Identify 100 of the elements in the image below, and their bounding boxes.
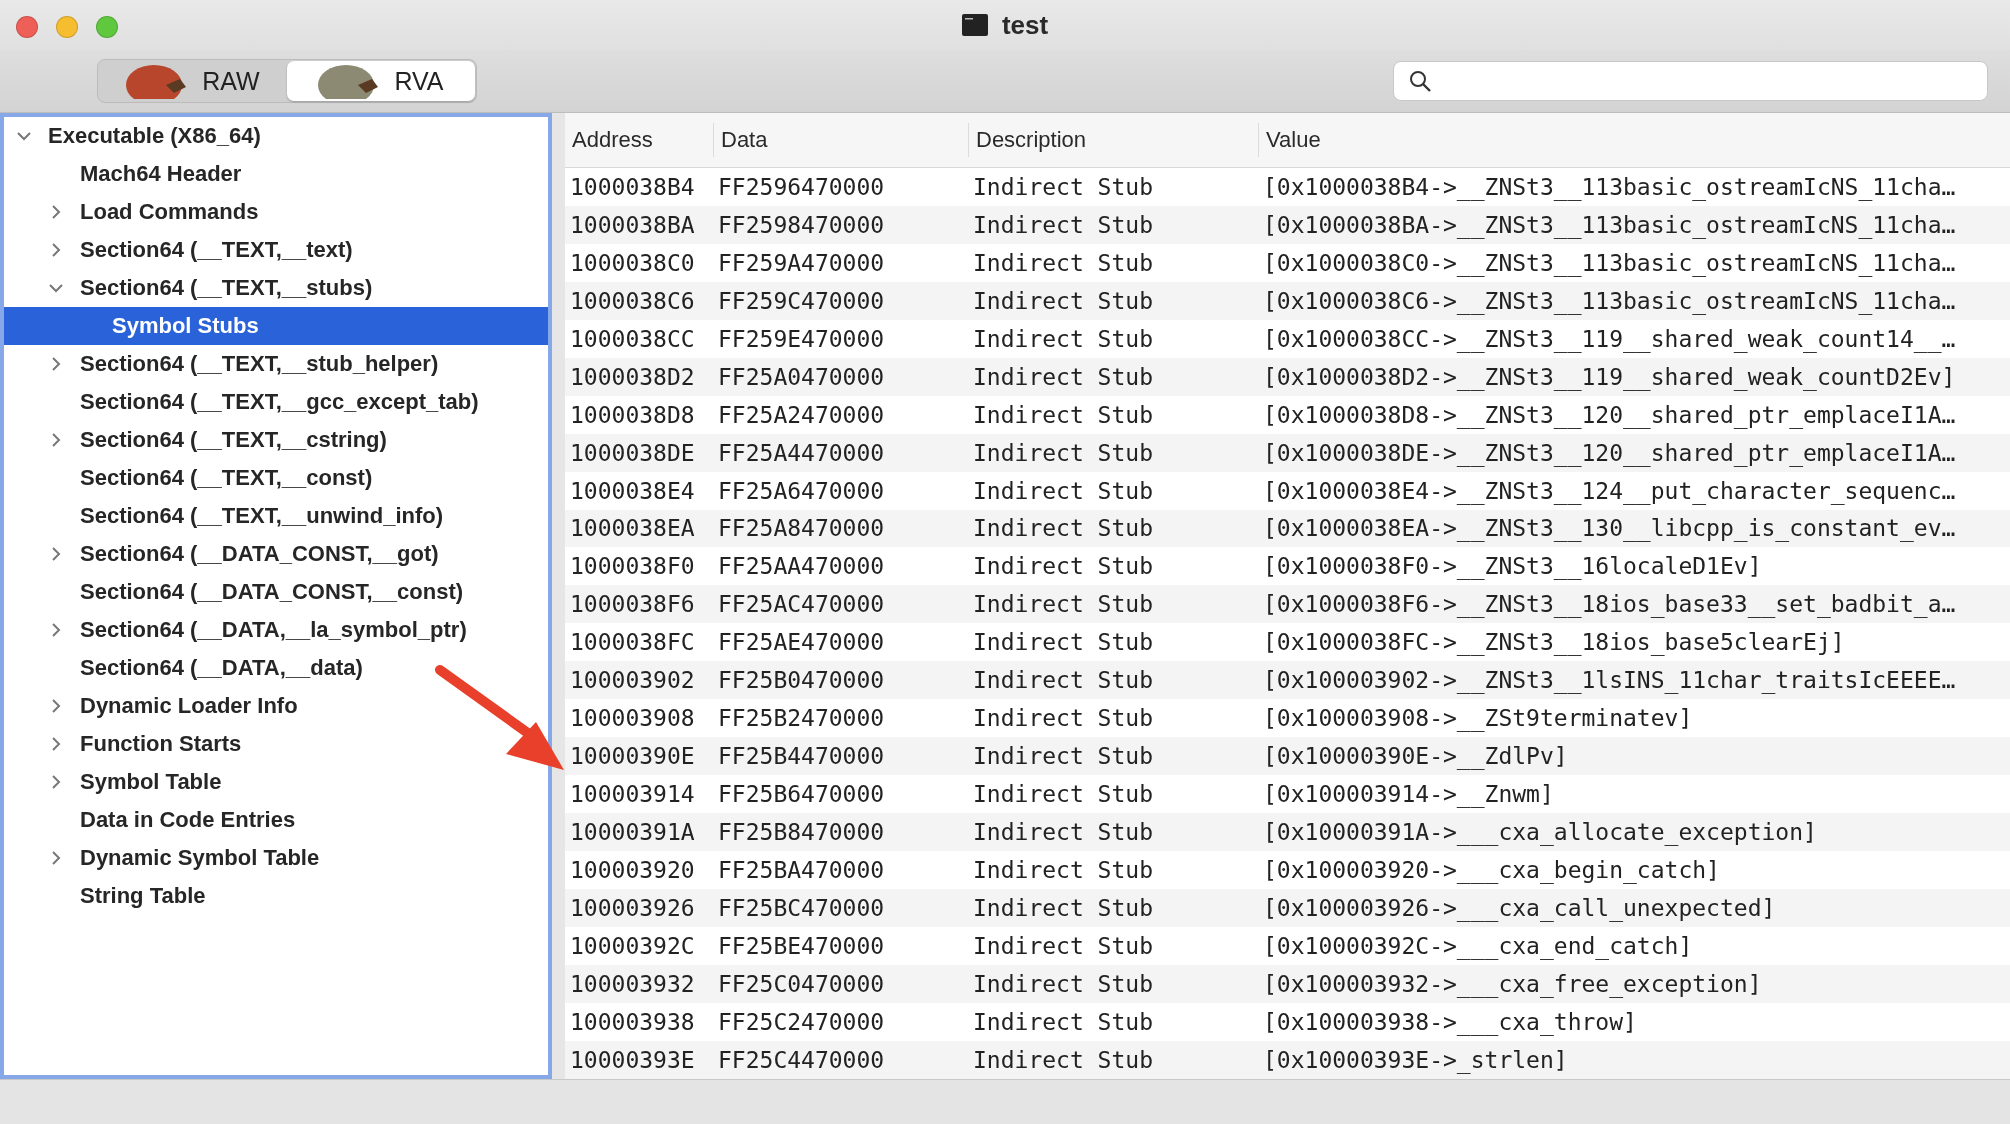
table-cell-text: FF25C0470000 (717, 970, 886, 997)
tree-item[interactable]: Section64 (__DATA_CONST,__const) (4, 573, 472, 611)
column-header[interactable]: Address (565, 122, 713, 157)
table-cell-text: 1000038DE (569, 439, 696, 466)
table-cell-text: Indirect Stub (972, 325, 1154, 352)
table-cell-text: FF25A2470000 (717, 401, 886, 428)
tree-item[interactable]: Section64 (__TEXT,__stubs) (4, 269, 381, 307)
tree-item[interactable]: Function Starts (4, 725, 250, 763)
tree-item[interactable]: Dynamic Symbol Table (4, 839, 328, 877)
tree-item[interactable]: Section64 (__DATA,__la_symbol_ptr) (4, 611, 475, 649)
tree-item[interactable]: Section64 (__TEXT,__text) (4, 231, 361, 269)
table-cell-text: 1000038F6 (569, 591, 696, 618)
table-cell-text: FF25C4470000 (717, 1046, 886, 1073)
tree-item[interactable]: Section64 (__DATA,__data) (4, 649, 371, 687)
table-cell-text: FF25B6470000 (717, 781, 886, 808)
window-title: test (1001, 9, 1049, 41)
table-cell-text: 1000038EA (569, 515, 696, 542)
table-cell-text: Indirect Stub (972, 591, 1154, 618)
table-cell-text: [0x1000038F0->__ZNSt3__16localeD1Ev] (1262, 553, 1763, 580)
tree-item[interactable]: Section64 (__TEXT,__stub_helper) (4, 345, 447, 383)
table-cell-text: Indirect Stub (972, 249, 1154, 276)
table-cell-text: 1000038BA (569, 211, 696, 238)
tree-item[interactable]: Load Commands (4, 193, 267, 231)
column-header[interactable]: Description (968, 122, 1258, 157)
column-header[interactable]: Value (1258, 122, 2010, 157)
table-cell-text: [0x100003926->___cxa_call_unexpected] (1262, 895, 1777, 921)
table-cell-text: [0x100003914->__Znwm] (1262, 781, 1555, 808)
table-cell-text: Indirect Stub (972, 553, 1154, 580)
table-cell-text: FF2598470000 (717, 211, 886, 238)
table-cell-text: FF2596470000 (717, 173, 886, 200)
tree-item[interactable]: Data in Code Entries (4, 801, 304, 839)
table-cell-text: Indirect Stub (972, 781, 1154, 808)
mode-tab[interactable]: RAW (99, 61, 287, 101)
table-cell-text: 10000391A (569, 819, 696, 846)
table-cell-text: Indirect Stub (972, 363, 1154, 390)
table-cell-text: Indirect Stub (972, 211, 1154, 238)
table-cell-text: 1000038D2 (569, 363, 696, 390)
table-cell-text: 1000038C6 (569, 287, 696, 314)
table-cell-text: FF259C470000 (717, 287, 886, 314)
tree-item[interactable]: Symbol Stubs (4, 307, 548, 345)
table-cell-text: [0x1000038EA->__ZNSt3__130__libcpp_is_constant_ev… (1262, 515, 1957, 542)
table-cell-text: FF25C2470000 (717, 1008, 886, 1035)
table-cell-text: Indirect Stub (972, 970, 1154, 997)
table-cell-text: Indirect Stub (972, 287, 1154, 314)
table-cell-text: [0x1000038FC->__ZNSt3__18ios_base5clearEj] (1262, 629, 1846, 656)
tree-item[interactable]: Symbol Table (4, 763, 230, 801)
tree-item[interactable]: Section64 (__TEXT,__unwind_info) (4, 497, 452, 535)
table-cell-text: FF25B4470000 (717, 743, 886, 770)
table-cell-text: Indirect Stub (972, 705, 1154, 732)
table-cell-text: [0x1000038F6->__ZNSt3__18ios_base33__set_badbit_a… (1262, 591, 1957, 618)
table-cell-text: FF25B2470000 (717, 705, 886, 732)
table-cell-text: Indirect Stub (972, 1046, 1154, 1073)
table-cell-text: Indirect Stub (972, 477, 1154, 504)
search-field[interactable] (1393, 61, 1988, 101)
close-button[interactable] (16, 16, 38, 38)
table-cell-text: 100003926 (569, 895, 696, 921)
table-cell-text: [0x1000038E4->__ZNSt3__124__put_character_sequenc… (1262, 477, 1957, 504)
table-cell-text: 1000038E4 (569, 477, 696, 504)
table-cell-text: Indirect Stub (972, 743, 1154, 770)
tree-item[interactable]: Section64 (__TEXT,__cstring) (4, 421, 395, 459)
table-cell-text: FF259A470000 (717, 249, 886, 276)
table-cell-text: FF25B0470000 (717, 667, 886, 694)
tree-item[interactable]: Section64 (__TEXT,__gcc_except_tab) (4, 383, 487, 421)
table-cell-text: [0x1000038D8->__ZNSt3__120__shared_ptr_emplaceI1A… (1262, 401, 1957, 428)
table-cell-text: 100003902 (569, 667, 696, 694)
table-cell-text: [0x10000390E->__ZdlPv] (1262, 743, 1569, 770)
table-cell-text: Indirect Stub (972, 401, 1154, 428)
table-cell-text: Indirect Stub (972, 895, 1154, 921)
table-cell-text: [0x100003932->___cxa_free_exception] (1262, 970, 1763, 997)
table-cell-text: 10000390E (569, 743, 696, 770)
column-header[interactable]: Data (713, 122, 968, 157)
table-cell-text: FF25AC470000 (717, 591, 886, 618)
table-cell-text: FF25A6470000 (717, 477, 886, 504)
mode-tab[interactable]: RVA (287, 61, 475, 101)
table-cell-text: [0x1000038DE->__ZNSt3__120__shared_ptr_emplaceI1A… (1262, 439, 1957, 466)
table-cell-text: [0x1000038BA->__ZNSt3__113basic_ostreamIcNS_11cha… (1262, 211, 1957, 238)
table-cell-text: [0x100003902->__ZNSt3__1lsINS_11char_traitsIcEEEE… (1262, 667, 1957, 694)
table-cell-text: 1000038CC (569, 325, 696, 352)
tree-item[interactable]: Section64 (__TEXT,__const) (4, 459, 381, 497)
table-cell-text: Indirect Stub (972, 629, 1154, 656)
search-icon (1408, 69, 1432, 93)
table-cell-text: 100003914 (569, 781, 696, 808)
table-cell-text: 1000038C0 (569, 249, 696, 276)
table-cell-text: FF259E470000 (717, 325, 886, 352)
table-cell-text: [0x10000391A->___cxa_allocate_exception] (1262, 819, 1818, 846)
table-cell-text: FF25BA470000 (717, 857, 886, 884)
table-cell-text: 100003920 (569, 857, 696, 884)
zoom-button[interactable] (96, 16, 118, 38)
table-cell-text: [0x100003920->___cxa_begin_catch] (1262, 857, 1721, 884)
tree-item[interactable]: Mach64 Header (4, 155, 250, 193)
table-cell-text: 1000038FC (569, 629, 696, 656)
table-cell-text: FF25A8470000 (717, 515, 886, 542)
table-cell-text: [0x10000393E->_strlen] (1262, 1046, 1569, 1073)
table-cell-text: Indirect Stub (972, 439, 1154, 466)
table-cell-text: Indirect Stub (972, 819, 1154, 846)
tree-item[interactable]: Dynamic Loader Info (4, 687, 306, 725)
tree-item[interactable]: Executable (X86_64) (4, 117, 269, 155)
tree-item[interactable]: String Table (4, 877, 214, 915)
tree-item[interactable]: Section64 (__DATA_CONST,__got) (4, 535, 447, 573)
table-cell-text: Indirect Stub (972, 667, 1154, 694)
